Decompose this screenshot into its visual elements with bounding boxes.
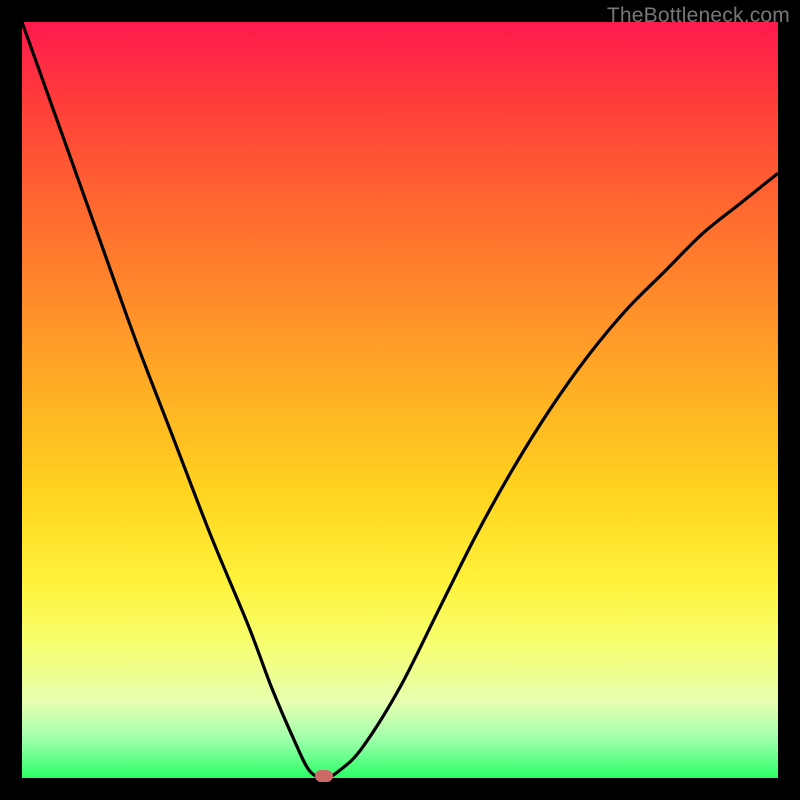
curve-path bbox=[22, 22, 778, 778]
plot-area bbox=[22, 22, 778, 778]
bottleneck-curve bbox=[22, 22, 778, 778]
watermark-text: TheBottleneck.com bbox=[607, 4, 790, 28]
optimal-point-marker bbox=[315, 770, 333, 782]
